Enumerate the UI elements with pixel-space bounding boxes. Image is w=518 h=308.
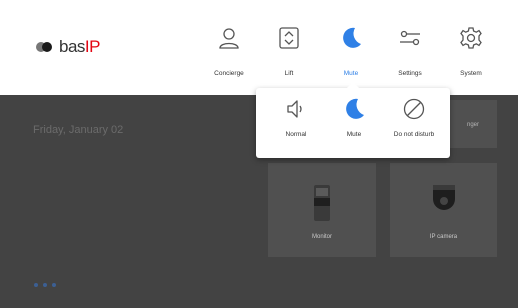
bas-ip-logo: basIP (36, 37, 100, 57)
person-icon (218, 27, 240, 49)
mute-option-normal[interactable]: Normal (266, 98, 326, 153)
page-indicator[interactable] (34, 283, 56, 287)
page-dot[interactable] (52, 283, 56, 287)
speaker-icon (285, 98, 307, 120)
mute-option-normal-label: Normal (285, 131, 307, 138)
tile-monitor[interactable]: Monitor (268, 163, 376, 257)
logo-text-ip: IP (84, 37, 101, 56)
gear-icon (460, 27, 482, 49)
nav-concierge-label: Concierge (214, 70, 244, 77)
mute-option-do-not-disturb-label: Do not disturb (393, 131, 435, 138)
elevator-icon (278, 27, 300, 49)
nav-mute[interactable]: Mute (321, 27, 381, 83)
nav-mute-label: Mute (343, 70, 359, 77)
mute-option-mute[interactable]: Mute (324, 98, 384, 153)
camera-icon (429, 185, 459, 220)
top-bar: basIP Concierge Lift Mute Settings Syste… (0, 0, 518, 95)
page-dot[interactable] (34, 283, 38, 287)
logo-text-bas: bas (59, 37, 85, 56)
nav-settings[interactable]: Settings (380, 27, 440, 83)
nav-lift[interactable]: Lift (259, 27, 319, 83)
nav-lift-label: Lift (284, 70, 294, 77)
sliders-icon (399, 27, 421, 49)
date-label: Friday, January 02 (33, 124, 124, 136)
mute-dropdown: Normal Mute Do not disturb (256, 82, 450, 158)
moon-icon (340, 27, 362, 49)
do-not-disturb-icon (403, 98, 425, 120)
mute-option-mute-label: Mute (346, 131, 362, 138)
tile-messenger-label: nger (466, 122, 479, 128)
logo-mark-icon (36, 41, 56, 53)
nav-system[interactable]: System (441, 27, 501, 83)
dropdown-caret (346, 82, 360, 89)
nav-settings-label: Settings (398, 70, 422, 77)
nav-concierge[interactable]: Concierge (199, 27, 259, 83)
mute-option-do-not-disturb[interactable]: Do not disturb (384, 98, 444, 153)
nav-system-label: System (460, 70, 482, 77)
tile-ip-camera-label: IP camera (429, 234, 458, 240)
tile-ip-camera[interactable]: IP camera (390, 163, 497, 257)
page-dot[interactable] (43, 283, 47, 287)
tile-monitor-label: Monitor (311, 234, 332, 240)
moon-icon (343, 98, 365, 120)
monitor-icon (312, 185, 332, 226)
